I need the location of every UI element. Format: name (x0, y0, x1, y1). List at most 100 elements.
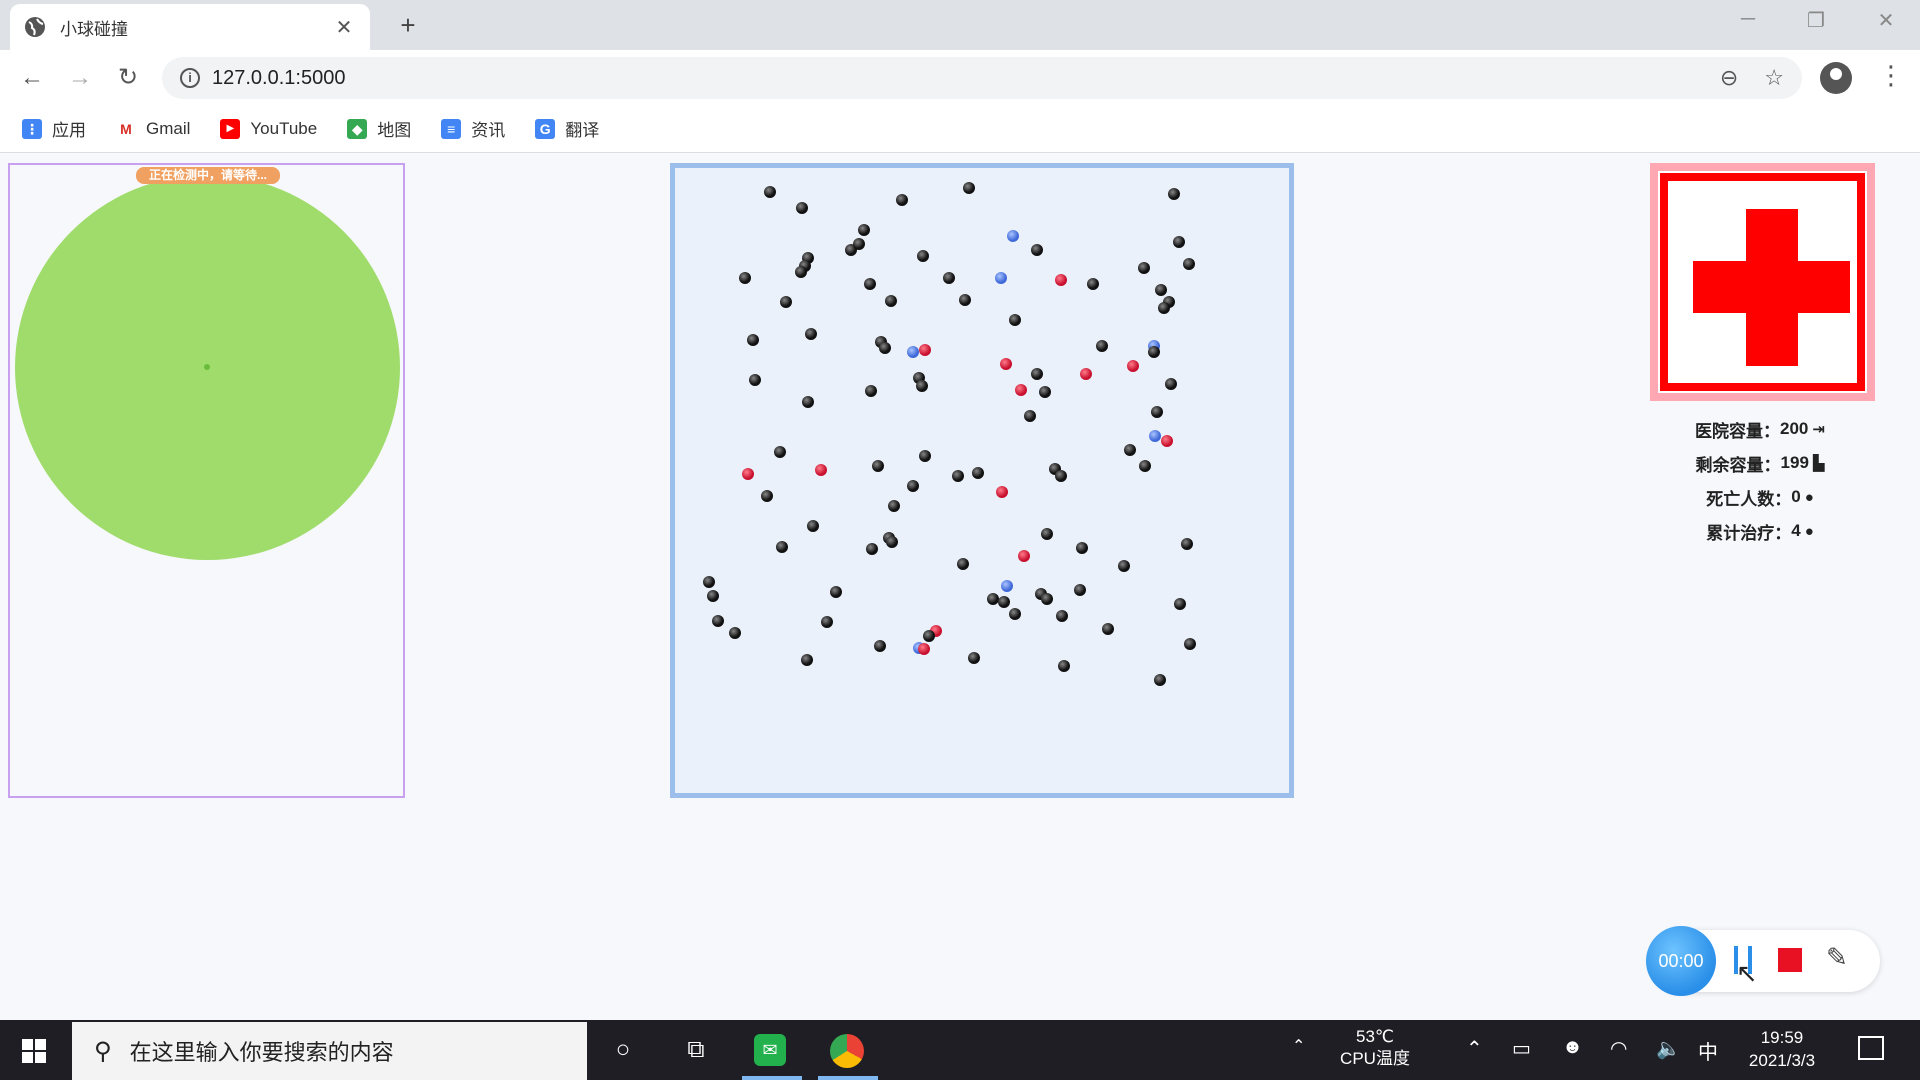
red-ball (742, 468, 754, 480)
hospital-icon-frame (1650, 163, 1875, 401)
browser-tab[interactable]: 小球碰撞 ✕ (10, 4, 370, 50)
bookmark-gmail[interactable]: M Gmail (116, 118, 191, 139)
stat-label: 累计治疗： (1706, 523, 1792, 543)
notification-icon[interactable] (1858, 1036, 1884, 1060)
bookmark-maps[interactable]: ◆ 地图 (347, 116, 411, 141)
stat-total-treated: 累计治疗： 4 ● (1660, 514, 1860, 548)
bookmark-news[interactable]: ≡ 资讯 (441, 116, 505, 141)
black-ball (896, 194, 908, 206)
clock-date: 2021/3/3 (1748, 1051, 1816, 1070)
gmail-icon: M (116, 118, 136, 139)
address-bar[interactable]: i 127.0.0.1:5000 ⊖ ☆ (162, 57, 1802, 99)
bookmark-translate[interactable]: G 翻译 (535, 116, 599, 141)
zone-center-dot (204, 364, 210, 370)
black-ball (864, 278, 876, 290)
black-ball (1154, 674, 1166, 686)
hospital-stats: 医院容量： 200 ⇥ 剩余容量： 199 ▙ 死亡人数： 0 ● 累计治疗： … (1660, 412, 1860, 548)
stat-value: 4 (1791, 521, 1801, 540)
clock-time: 19:59 (1760, 1028, 1804, 1047)
black-ball (1102, 623, 1114, 635)
black-ball (1183, 258, 1195, 270)
black-ball (1058, 660, 1070, 672)
red-ball (1015, 384, 1027, 396)
black-ball (968, 652, 980, 664)
black-ball (1056, 610, 1068, 622)
recording-timer[interactable]: 00:00 (1646, 926, 1716, 996)
black-ball (963, 182, 975, 194)
black-ball (1139, 460, 1151, 472)
black-ball (707, 590, 719, 602)
bookmark-label: 地图 (377, 121, 412, 140)
red-ball (1000, 358, 1012, 370)
apps-grid-icon: ⋮ (22, 118, 42, 139)
close-tab-icon[interactable]: ✕ (332, 15, 356, 40)
browser-menu-icon[interactable]: ⋮ (1878, 60, 1904, 91)
battery-icon[interactable]: ▭ (1512, 1036, 1531, 1061)
black-ball (774, 446, 786, 458)
volume-icon[interactable]: 🔈 (1656, 1036, 1681, 1061)
system-clock[interactable]: 19:59 2021/3/3 (1734, 1026, 1830, 1072)
black-ball (1024, 410, 1036, 422)
restore-button[interactable]: ❐ (1796, 8, 1836, 33)
profile-avatar-icon[interactable] (1820, 62, 1852, 94)
stat-label: 医院容量： (1695, 421, 1781, 441)
black-ball (1076, 542, 1088, 554)
stop-icon[interactable] (1778, 948, 1802, 972)
windows-start-icon[interactable] (22, 1039, 46, 1063)
show-hidden-icons-icon[interactable]: ⌃ (1466, 1036, 1483, 1061)
stat-deaths: 死亡人数： 0 ● (1660, 480, 1860, 514)
black-ball (780, 296, 792, 308)
chrome-icon[interactable] (830, 1034, 864, 1068)
tab-title: 小球碰撞 (60, 19, 128, 39)
taskbar-search[interactable]: ⚲ 在这里输入你要搜索的内容 (72, 1022, 587, 1080)
bookmark-label: YouTube (250, 118, 318, 138)
black-ball (830, 586, 842, 598)
back-arrow-icon[interactable]: ← (16, 62, 48, 94)
bookmark-star-icon[interactable]: ☆ (1764, 65, 1784, 91)
active-indicator (742, 1076, 802, 1080)
red-ball (919, 344, 931, 356)
new-tab-button[interactable]: + (392, 10, 424, 41)
black-ball (907, 480, 919, 492)
bookmark-label: Gmail (146, 118, 191, 138)
black-ball (807, 520, 819, 532)
black-ball (1041, 593, 1053, 605)
black-ball (761, 490, 773, 502)
black-ball (747, 334, 759, 346)
site-info-icon[interactable]: i (180, 68, 200, 88)
pen-icon[interactable]: ✎ (1826, 942, 1848, 973)
black-ball (703, 576, 715, 588)
bookmark-label: 资讯 (471, 121, 506, 140)
black-ball (776, 541, 788, 553)
black-ball (888, 500, 900, 512)
wifi-icon[interactable]: ◠ (1610, 1036, 1627, 1061)
maps-icon: ◆ (347, 118, 368, 139)
black-ball (917, 250, 929, 262)
black-ball (998, 596, 1010, 608)
blue-ball (1001, 580, 1013, 592)
black-ball (1039, 386, 1051, 398)
store-app-icon[interactable]: ✉ (754, 1034, 786, 1066)
reload-icon[interactable]: ↻ (112, 62, 144, 94)
search-icon: ⚲ (94, 1037, 112, 1065)
bookmark-apps[interactable]: ⋮ 应用 (22, 116, 86, 141)
black-ball (916, 380, 928, 392)
forward-arrow-icon[interactable]: → (64, 62, 96, 94)
qq-icon[interactable]: ☻ (1562, 1036, 1583, 1059)
ime-indicator[interactable]: 中 (1698, 1036, 1718, 1065)
cortana-icon[interactable]: ○ (605, 1032, 641, 1068)
black-ball (802, 396, 814, 408)
black-ball (795, 266, 807, 278)
bookmark-youtube[interactable]: ▶ YouTube (220, 118, 318, 139)
task-view-icon[interactable]: ⧉ (678, 1032, 714, 1068)
url-text[interactable]: 127.0.0.1:5000 (212, 67, 1694, 90)
screen-recorder-widget: 00:00 ✎ (1646, 926, 1880, 996)
window-close-button[interactable]: ✕ (1866, 8, 1906, 33)
black-ball (886, 536, 898, 548)
tray-scroll-icon[interactable]: ⌃ (1292, 1036, 1305, 1056)
zoom-icon[interactable]: ⊖ (1720, 65, 1738, 91)
black-ball (919, 450, 931, 462)
collision-arena (670, 163, 1294, 798)
minimize-button[interactable]: ─ (1728, 8, 1768, 31)
black-ball (1138, 262, 1150, 274)
